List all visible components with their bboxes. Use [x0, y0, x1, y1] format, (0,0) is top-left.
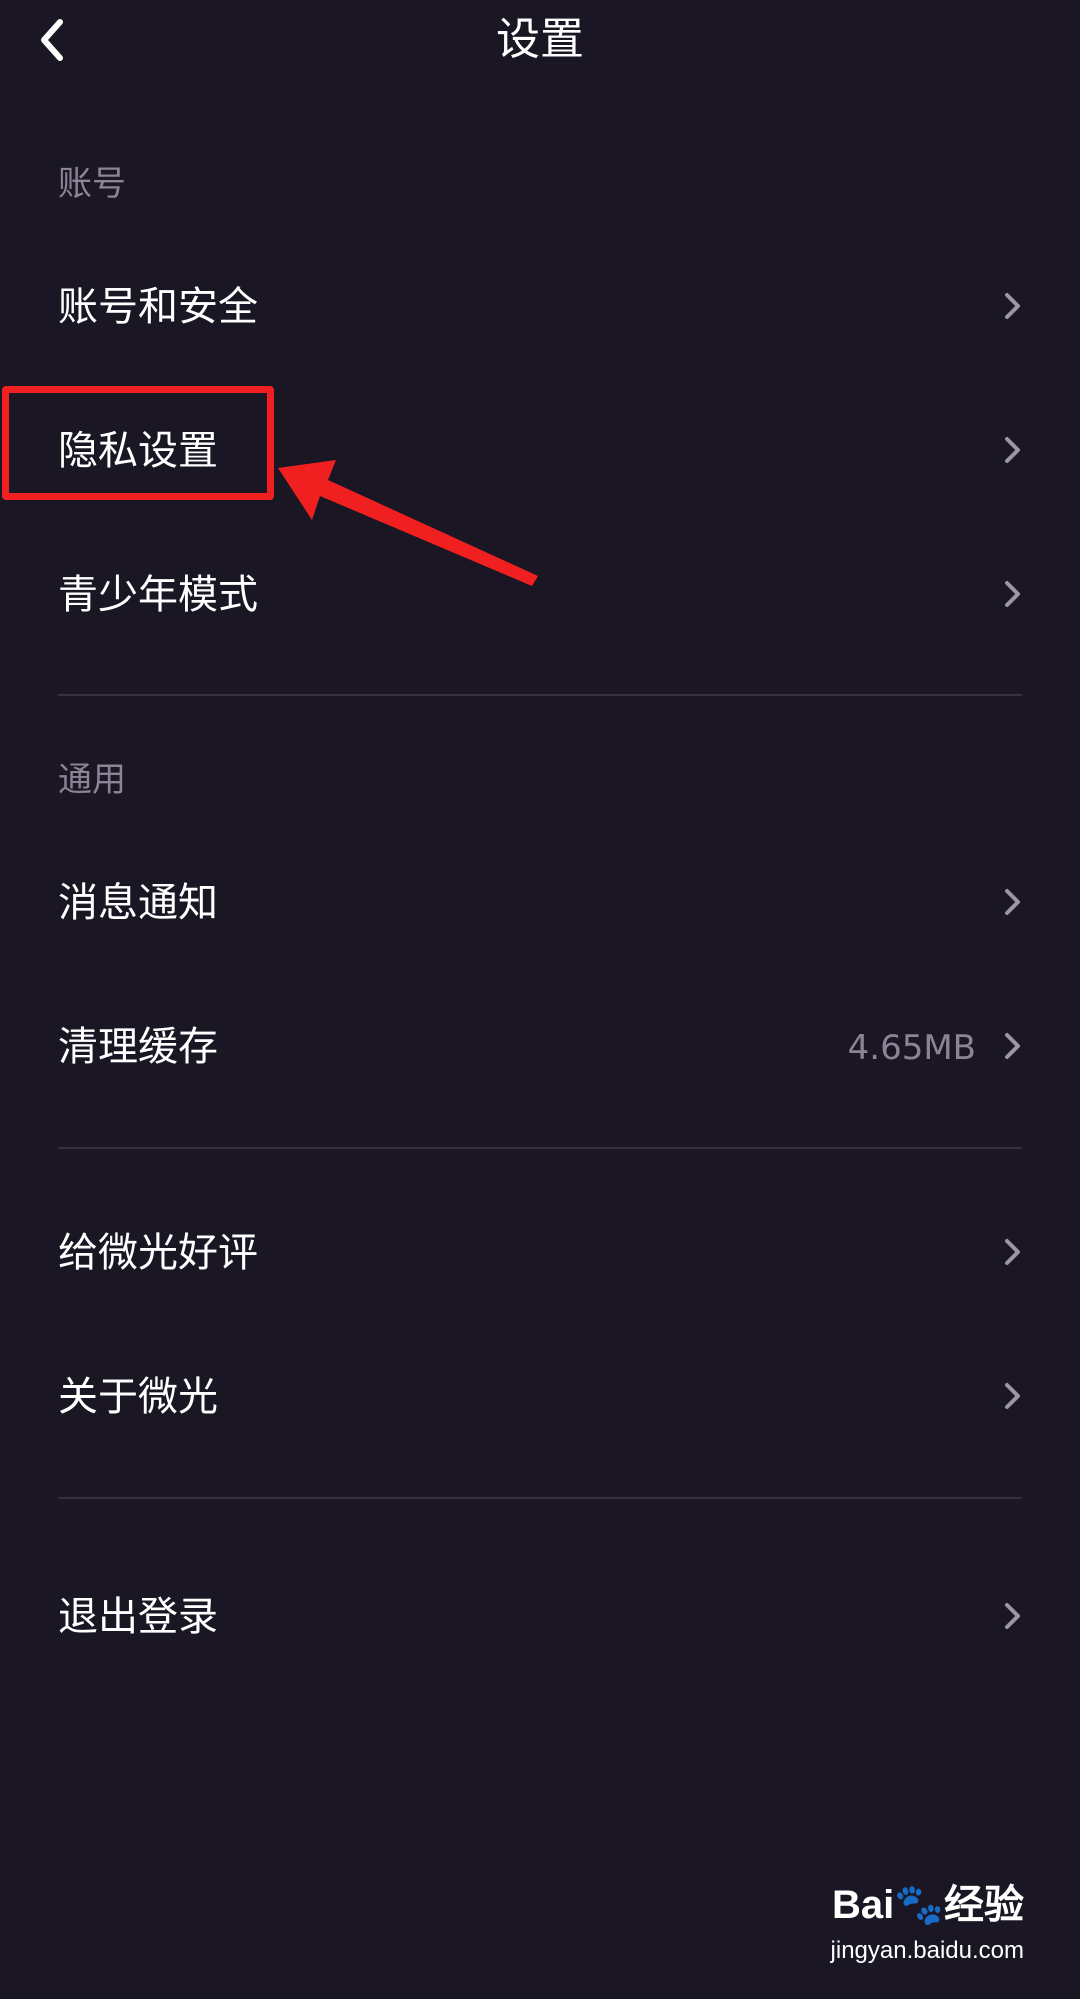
- page-title: 设置: [496, 14, 584, 65]
- watermark-url: jingyan.baidu.com: [830, 1937, 1024, 1964]
- settings-item-label: 清理缓存: [58, 1024, 218, 1070]
- baidu-jingyan-watermark: Bai🐾经验 jingyan.baidu.com: [804, 1880, 1024, 1980]
- annotation-highlight-box: [2, 386, 274, 500]
- section-divider: [58, 694, 1022, 696]
- chevron-right-icon: [1005, 437, 1020, 463]
- section-label-account: 账号: [58, 164, 126, 204]
- chevron-right-icon: [1005, 581, 1020, 607]
- chevron-right-icon: [1005, 1603, 1020, 1629]
- settings-item-label: 青少年模式: [58, 572, 258, 618]
- watermark-logo: Bai🐾经验: [831, 1883, 1024, 1927]
- section-label-general: 通用: [58, 760, 126, 800]
- settings-item-label: 给微光好评: [58, 1230, 258, 1276]
- settings-item-label: 账号和安全: [58, 284, 258, 330]
- settings-item-about[interactable]: 关于微光: [0, 1336, 1080, 1456]
- chevron-right-icon: [1005, 1033, 1020, 1059]
- settings-item-notifications[interactable]: 消息通知: [0, 842, 1080, 962]
- section-divider: [58, 1147, 1022, 1149]
- chevron-right-icon: [1005, 1239, 1020, 1265]
- annotation-arrow-icon: [278, 460, 538, 586]
- settings-item-rate-app[interactable]: 给微光好评: [0, 1192, 1080, 1312]
- settings-item-label: 关于微光: [58, 1374, 218, 1420]
- chevron-right-icon: [1005, 293, 1020, 319]
- settings-item-account-security[interactable]: 账号和安全: [0, 246, 1080, 366]
- settings-item-logout[interactable]: 退出登录: [0, 1556, 1080, 1676]
- header-bar: 设置: [0, 0, 1080, 80]
- settings-item-label: 消息通知: [58, 880, 218, 926]
- settings-item-label: 退出登录: [58, 1594, 218, 1640]
- chevron-right-icon: [1005, 889, 1020, 915]
- settings-item-clear-cache[interactable]: 清理缓存 4.65MB: [0, 986, 1080, 1106]
- cache-size-value: 4.65MB: [847, 1028, 976, 1068]
- chevron-right-icon: [1005, 1383, 1020, 1409]
- section-divider: [58, 1497, 1022, 1499]
